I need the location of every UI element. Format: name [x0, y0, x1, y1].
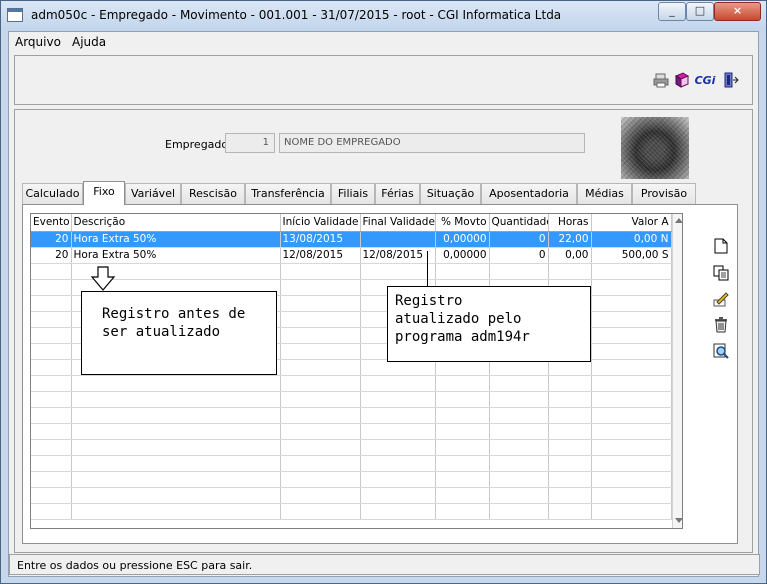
- tab-provisao[interactable]: Provisão: [632, 183, 696, 204]
- col-quantidade[interactable]: Quantidade: [489, 214, 549, 232]
- cell-movto: 0,00000: [435, 247, 490, 264]
- tab-aposentadoria[interactable]: Aposentadoria: [481, 183, 577, 204]
- tab-transferencia[interactable]: Transferência: [245, 183, 331, 204]
- grid-header: Evento Descrição Início Validade Final V…: [31, 214, 672, 232]
- cell-horas: 0,00: [548, 247, 592, 264]
- tab-situacao[interactable]: Situação: [420, 183, 481, 204]
- edit-icon[interactable]: [711, 291, 731, 311]
- cell-descricao: Hora Extra 50%: [71, 231, 281, 248]
- cgi-logo-icon[interactable]: CGi: [694, 72, 716, 90]
- table-row[interactable]: [31, 439, 672, 456]
- employee-name-field[interactable]: NOME DO EMPREGADO: [279, 133, 585, 153]
- table-row[interactable]: [31, 503, 672, 520]
- cell-evento: 20: [31, 231, 72, 248]
- down-arrow-annotation-icon: [90, 266, 116, 291]
- tab-variavel[interactable]: Variável: [125, 183, 181, 204]
- menu-ajuda[interactable]: Ajuda: [72, 35, 106, 49]
- tab-medias[interactable]: Médias: [577, 183, 632, 204]
- tab-strip: Calculado Fixo Variável Rescisão Transfe…: [22, 181, 722, 205]
- cell-valor-amount: 0,00: [633, 233, 658, 245]
- cell-valor: 0,00 N: [591, 231, 672, 248]
- table-row[interactable]: [31, 375, 672, 392]
- cell-descricao: Hora Extra 50%: [71, 247, 281, 264]
- table-row[interactable]: [31, 471, 672, 488]
- vertical-scrollbar[interactable]: [672, 214, 682, 528]
- cell-flag: N: [660, 233, 669, 245]
- employee-code-field[interactable]: 1: [225, 133, 275, 153]
- tab-filiais[interactable]: Filiais: [331, 183, 375, 204]
- tab-ferias[interactable]: Férias: [375, 183, 420, 204]
- col-evento[interactable]: Evento: [31, 214, 72, 232]
- table-row[interactable]: [31, 263, 672, 280]
- table-row[interactable]: [31, 455, 672, 472]
- cell-evento: 20: [31, 247, 72, 264]
- col-descricao[interactable]: Descrição: [71, 214, 281, 232]
- employee-photo: [621, 117, 689, 179]
- menu-bar: Arquivo Ajuda: [9, 32, 758, 52]
- cell-final: 12/08/2015: [360, 247, 436, 264]
- new-document-icon[interactable]: [711, 238, 731, 258]
- cell-final: [360, 231, 436, 248]
- tab-calculado[interactable]: Calculado: [22, 183, 83, 204]
- window-title: adm050c - Empregado - Movimento - 001.00…: [31, 8, 562, 22]
- printer-icon[interactable]: [652, 72, 670, 90]
- cell-inicio: 13/08/2015: [280, 231, 361, 248]
- col-horas[interactable]: Horas: [548, 214, 592, 232]
- col-movto[interactable]: % Movto: [435, 214, 490, 232]
- minimize-button[interactable]: _: [658, 2, 686, 21]
- cell-valor: 500,00 S: [591, 247, 672, 264]
- scroll-down-icon[interactable]: [675, 518, 682, 523]
- search-icon[interactable]: [711, 343, 731, 363]
- cell-horas: 22,00: [548, 231, 592, 248]
- table-row[interactable]: [31, 487, 672, 504]
- cell-movto: 0,00000: [435, 231, 490, 248]
- table-row[interactable]: [31, 391, 672, 408]
- app-icon: [7, 8, 23, 22]
- annotation-after: Registro atualizado pelo programa adm194…: [387, 286, 591, 362]
- col-final-validade[interactable]: Final Validade: [360, 214, 436, 232]
- exit-icon[interactable]: [722, 72, 740, 90]
- cell-quantidade: 0: [489, 231, 549, 248]
- application-window: adm050c - Empregado - Movimento - 001.00…: [0, 0, 767, 584]
- cell-valor-amount: 500,00: [621, 249, 659, 261]
- scroll-up-icon[interactable]: [675, 218, 682, 223]
- status-text: Entre os dados ou pressione ESC para sai…: [17, 559, 253, 572]
- cell-quantidade: 0: [489, 247, 549, 264]
- employee-label: Empregado:: [165, 138, 232, 151]
- annotation-before: Registro antes de ser atualizado: [81, 291, 277, 375]
- close-button[interactable]: ×: [714, 2, 761, 21]
- table-row[interactable]: [31, 407, 672, 424]
- cell-flag: S: [661, 249, 669, 261]
- menu-arquivo[interactable]: Arquivo: [15, 35, 61, 49]
- tab-fixo[interactable]: Fixo: [83, 181, 125, 205]
- toolbar: CGi: [14, 55, 753, 105]
- table-row[interactable]: [31, 423, 672, 440]
- copy-icon[interactable]: [711, 265, 731, 285]
- col-valor[interactable]: Valor A: [591, 214, 672, 232]
- annotation-pointer-line: [427, 251, 428, 286]
- book-icon[interactable]: [673, 72, 691, 90]
- table-row[interactable]: 20 Hora Extra 50% 13/08/2015 0,00000 0 2…: [31, 231, 672, 248]
- col-inicio-validade[interactable]: Início Validade: [280, 214, 361, 232]
- tab-rescisao[interactable]: Rescisão: [181, 183, 245, 204]
- cell-inicio: 12/08/2015: [280, 247, 361, 264]
- status-bar: Entre os dados ou pressione ESC para sai…: [9, 554, 760, 575]
- title-bar: adm050c - Empregado - Movimento - 001.00…: [1, 1, 766, 31]
- table-row[interactable]: 20 Hora Extra 50% 12/08/2015 12/08/2015 …: [31, 247, 672, 264]
- delete-icon[interactable]: [711, 317, 731, 337]
- maximize-button[interactable]: □: [686, 2, 714, 21]
